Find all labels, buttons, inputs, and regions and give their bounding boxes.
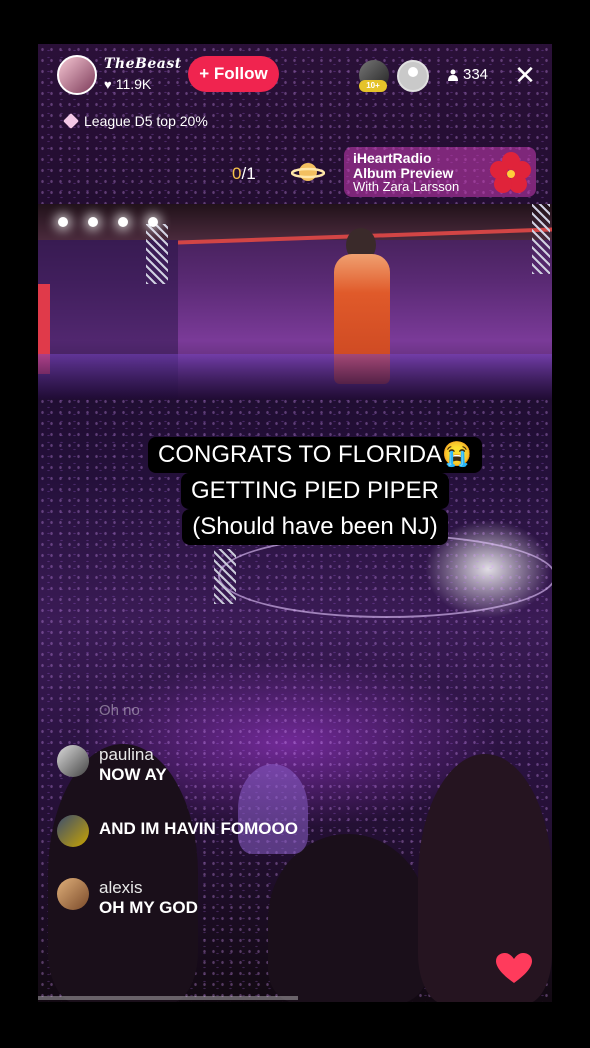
host-name[interactable]: TheBeast (104, 56, 182, 72)
follow-button[interactable]: + Follow (188, 56, 279, 92)
progress-bar (38, 996, 298, 1000)
stage-truss (532, 204, 550, 274)
comment-item[interactable]: AND IM HAVIN FOMOOO (57, 815, 298, 847)
comment-item[interactable]: paulina NOW AY (57, 745, 167, 785)
commenter-avatar[interactable] (57, 815, 89, 847)
heart-like-icon[interactable] (496, 953, 532, 985)
heart-icon: ♥ (104, 76, 112, 92)
stage-truss (146, 224, 168, 284)
stage-lights (58, 214, 178, 232)
promo-line3: With Zara Larsson (353, 179, 460, 194)
video-caption: CONGRATS TO FLORIDA😭 GETTING PIED PIPER … (148, 437, 482, 545)
comment-user: paulina (99, 745, 154, 764)
caption-line: (Should have been NJ) (182, 509, 448, 545)
hibiscus-icon (490, 152, 531, 193)
league-badge[interactable]: League D5 top 20% (63, 113, 208, 129)
likes-count: 11.9K (115, 76, 152, 92)
viewer-count[interactable]: 334 (448, 66, 488, 83)
diamond-icon (63, 113, 79, 129)
commenter-avatar[interactable] (57, 745, 89, 777)
caption-line: CONGRATS TO FLORIDA😭 (148, 437, 482, 473)
stage-truss (214, 549, 236, 604)
close-icon[interactable]: ✕ (512, 62, 538, 88)
comment-message: AND IM HAVIN FOMOOO (99, 819, 298, 838)
host-likes: ♥ 11.9K (104, 76, 151, 92)
league-text: League D5 top 20% (84, 113, 208, 129)
viewer-badge: 10+ (359, 80, 387, 92)
pager: 0/1 (232, 164, 256, 184)
person-icon (448, 69, 458, 81)
comment-faded: Oh no (99, 702, 140, 719)
viewer-avatar[interactable] (397, 60, 429, 92)
caption-line: GETTING PIED PIPER (180, 473, 449, 509)
video-overlay-panel (38, 204, 552, 399)
comment-message: OH MY GOD (99, 898, 198, 917)
planet-icon[interactable] (291, 158, 325, 186)
promo-line1: iHeartRadio (353, 150, 432, 166)
comment-item[interactable]: alexis OH MY GOD (57, 878, 198, 918)
comment-user: alexis (99, 878, 143, 897)
crowd-floor (38, 354, 552, 399)
host-avatar[interactable] (57, 55, 97, 95)
viewer-count-text: 334 (463, 66, 489, 83)
comment-message: NOW AY (99, 765, 167, 784)
commenter-avatar[interactable] (57, 878, 89, 910)
pager-total: /1 (241, 164, 256, 183)
stage-circle (218, 534, 552, 618)
